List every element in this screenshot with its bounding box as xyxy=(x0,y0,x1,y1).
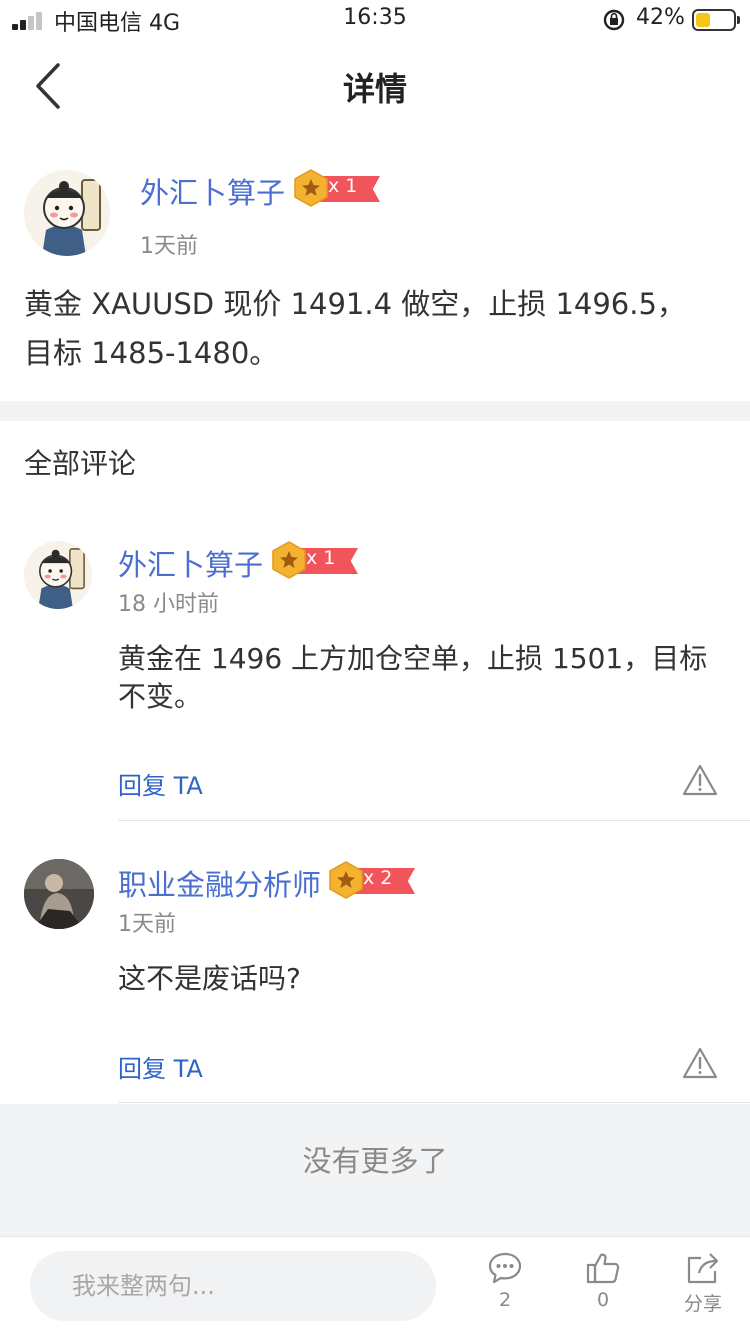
comment-content-line: 黄金在 1496 上方加仓空单，止损 1501，目标 xyxy=(118,642,708,675)
page-title: 详情 xyxy=(342,70,407,108)
share-icon xyxy=(687,1253,719,1284)
level-badge: x 2 xyxy=(329,861,419,899)
post-content-line: 目标 1485-1480。 xyxy=(24,336,279,370)
scholar-avatar-icon xyxy=(24,541,92,609)
comment-content: 黄金在 1496 上方加仓空单，止损 1501，目标 不变。 xyxy=(118,640,728,716)
badge-multiplier: x 1 xyxy=(328,175,358,197)
comment-avatar[interactable] xyxy=(24,541,92,609)
share-label: 分享 xyxy=(683,1293,722,1315)
comment-author-name[interactable]: 外汇卜算子 xyxy=(118,542,263,584)
star-badge-icon xyxy=(272,541,306,579)
share-button[interactable]: 分享 xyxy=(664,1251,742,1327)
comment-content-line: 不变。 xyxy=(118,680,203,713)
badge-multiplier: x 2 xyxy=(363,867,393,889)
post-content-line: 黄金 XAUUSD 现价 1491.4 做空，止损 1496.5， xyxy=(24,287,686,321)
battery-icon xyxy=(692,9,740,31)
reply-button[interactable]: 回复 TA xyxy=(118,1049,203,1084)
scholar-avatar-icon xyxy=(24,170,110,256)
bottom-action-bar: 2 0 分享 xyxy=(0,1236,750,1334)
status-bar: 中国电信 4G 16:35 42% xyxy=(0,0,750,40)
battery-percent: 42% xyxy=(636,5,685,30)
author-avatar[interactable] xyxy=(24,170,110,256)
comment-divider xyxy=(118,820,750,821)
comment-author-name[interactable]: 职业金融分析师 xyxy=(118,862,321,904)
like-button[interactable]: 0 xyxy=(573,1251,633,1327)
star-badge-icon xyxy=(329,861,363,899)
chat-bubble-icon xyxy=(488,1252,522,1284)
post-author-name[interactable]: 外汇卜算子 xyxy=(140,170,285,212)
thumbs-up-icon xyxy=(586,1253,620,1284)
comment-count-button[interactable]: 2 xyxy=(475,1251,535,1327)
lock-rotation-icon xyxy=(603,9,625,31)
badge-multiplier: x 1 xyxy=(306,547,336,569)
comment-content: 这不是废话吗? xyxy=(118,960,728,998)
person-avatar-icon xyxy=(24,859,94,929)
comment-time: 1天前 xyxy=(118,912,176,937)
nav-bar: 详情 xyxy=(0,40,750,132)
reply-button[interactable]: 回复 TA xyxy=(118,766,203,801)
post-time: 1天前 xyxy=(140,234,198,259)
comments-heading: 全部评论 xyxy=(24,447,137,480)
comment-avatar[interactable] xyxy=(24,859,94,929)
level-badge: x 1 xyxy=(272,541,362,579)
level-badge: x 1 xyxy=(294,169,384,207)
like-count: 0 xyxy=(596,1289,610,1311)
comment-content-line: 这不是废话吗? xyxy=(118,962,301,995)
comment-time: 18 小时前 xyxy=(118,592,219,617)
comment-divider xyxy=(118,1102,750,1103)
warning-triangle-icon[interactable] xyxy=(682,764,718,796)
comment-count: 2 xyxy=(498,1289,512,1311)
post-content: 黄金 XAUUSD 现价 1491.4 做空，止损 1496.5， 目标 148… xyxy=(24,280,724,378)
section-divider xyxy=(0,401,750,421)
star-badge-icon xyxy=(294,169,328,207)
comment-input[interactable] xyxy=(30,1251,436,1321)
warning-triangle-icon[interactable] xyxy=(682,1047,718,1079)
no-more-label: 没有更多了 xyxy=(302,1144,448,1178)
